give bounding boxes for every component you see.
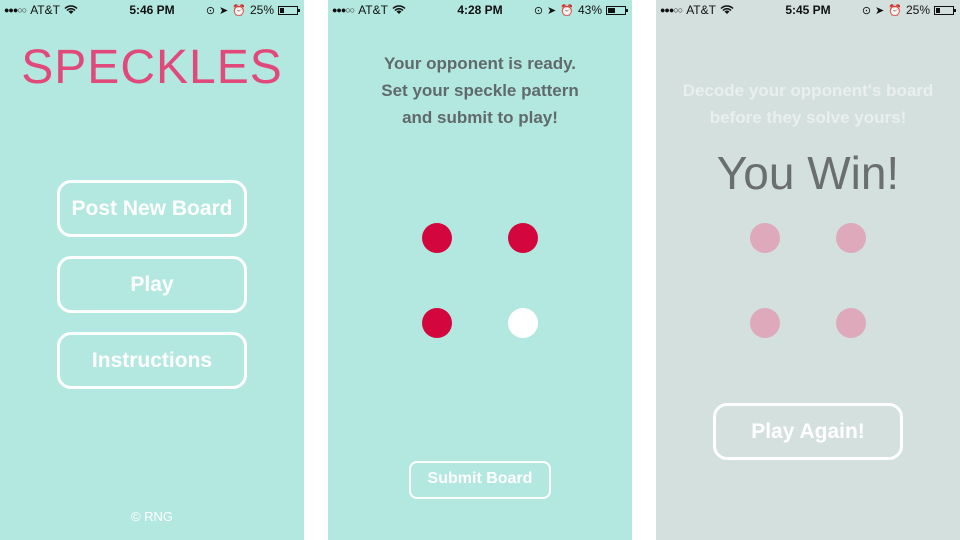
battery-fill xyxy=(936,7,940,13)
battery-fill xyxy=(280,7,284,13)
message-line: Your opponent is ready. xyxy=(383,54,577,73)
speckle-top-right[interactable] xyxy=(508,223,538,253)
battery-percent: 25% xyxy=(249,3,274,17)
message-line: and submit to play! xyxy=(402,108,558,127)
battery-icon xyxy=(606,5,628,15)
battery-fill xyxy=(608,7,615,13)
instruction-message: Your opponent is ready. Set your speckle… xyxy=(328,50,632,131)
location-icon: ➤ xyxy=(219,4,229,17)
speckle-top-left xyxy=(750,223,780,253)
goal-message: Decode your opponent's board before they… xyxy=(656,77,960,131)
play-again-button[interactable]: Play Again! xyxy=(713,403,903,460)
orientation-lock-icon: ⊙ xyxy=(533,4,544,17)
battery-icon xyxy=(278,5,300,15)
location-icon: ➤ xyxy=(547,4,557,17)
message-line: before they solve yours! xyxy=(709,108,907,127)
win-title: You Win! xyxy=(716,147,900,199)
speckle-top-left[interactable] xyxy=(422,223,452,253)
setup-screen: ●●●○○ AT&T 4:28 PM ⊙ ➤ ⏰ 43% Your oppone… xyxy=(328,0,632,540)
speckle-top-right xyxy=(836,223,866,253)
battery-percent: 25% xyxy=(905,3,930,17)
instructions-button[interactable]: Instructions xyxy=(57,332,247,389)
speckle-bottom-right xyxy=(836,308,866,338)
copyright-text: © RNG xyxy=(130,509,174,524)
alarm-icon: ⏰ xyxy=(232,4,246,17)
submit-board-button[interactable]: Submit Board xyxy=(409,461,551,499)
speckle-bottom-right[interactable] xyxy=(508,308,538,338)
status-bar: ●●●○○ AT&T 4:28 PM ⊙ ➤ ⏰ 43% xyxy=(328,0,632,20)
alarm-icon: ⏰ xyxy=(560,4,574,17)
message-line: Decode your opponent's board xyxy=(682,81,934,100)
result-screen: ●●●○○ AT&T 5:45 PM ⊙ ➤ ⏰ 25% Decode your… xyxy=(656,0,960,540)
speckle-bottom-left[interactable] xyxy=(422,308,452,338)
app-logo: SPECKLES xyxy=(21,41,283,94)
message-line: Set your speckle pattern xyxy=(381,81,579,100)
battery-icon xyxy=(934,5,956,15)
play-button[interactable]: Play xyxy=(57,256,247,313)
post-new-board-button[interactable]: Post New Board xyxy=(57,180,247,237)
battery-percent: 43% xyxy=(577,3,602,17)
orientation-lock-icon: ⊙ xyxy=(205,4,216,17)
orientation-lock-icon: ⊙ xyxy=(861,4,872,17)
alarm-icon: ⏰ xyxy=(888,4,902,17)
speckle-bottom-left xyxy=(750,308,780,338)
home-screen: ●●●○○ AT&T 5:46 PM ⊙ ➤ ⏰ 25% SPECKLES Po… xyxy=(0,0,304,540)
status-bar: ●●●○○ AT&T 5:46 PM ⊙ ➤ ⏰ 25% xyxy=(0,0,304,20)
location-icon: ➤ xyxy=(875,4,885,17)
status-bar: ●●●○○ AT&T 5:45 PM ⊙ ➤ ⏰ 25% xyxy=(656,0,960,20)
